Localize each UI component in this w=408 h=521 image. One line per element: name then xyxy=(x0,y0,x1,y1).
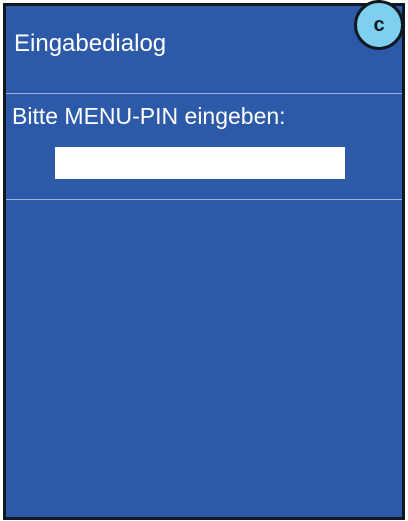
pin-prompt-label: Bitte MENU-PIN eingeben: xyxy=(12,103,286,129)
dialog-title: Eingabedialog xyxy=(14,30,167,57)
pin-input[interactable] xyxy=(55,147,345,179)
device-screen: Eingabedialog Bitte MENU-PIN eingeben: xyxy=(3,3,405,520)
divider-bottom xyxy=(6,199,402,200)
divider-top xyxy=(6,93,402,94)
callout-badge-c: c xyxy=(354,0,404,50)
